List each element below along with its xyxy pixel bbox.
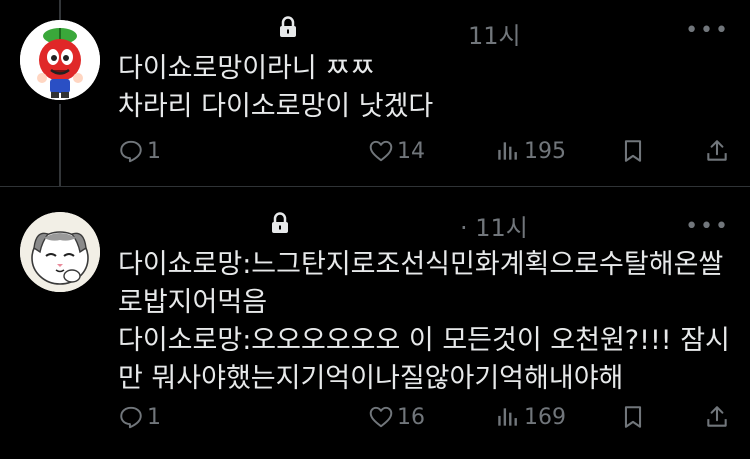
reply-button[interactable]: 1: [118, 138, 161, 164]
post-time: 11시: [468, 22, 521, 50]
reply-icon: [120, 140, 142, 163]
post-actions: 1 16 169: [118, 404, 730, 434]
post-actions: 1 14 195: [118, 138, 730, 168]
share-button[interactable]: [704, 138, 730, 164]
more-icon[interactable]: •••: [685, 18, 730, 43]
lock-icon: [272, 212, 288, 233]
like-button[interactable]: 14: [368, 138, 425, 164]
reply-icon: [120, 406, 142, 429]
share-icon: [707, 140, 727, 161]
views-button[interactable]: 169: [495, 404, 566, 430]
views-icon: [498, 408, 517, 426]
avatar[interactable]: [20, 212, 100, 292]
bookmark-button[interactable]: [620, 404, 646, 430]
lock-icon: [280, 16, 296, 37]
views-button[interactable]: 195: [495, 138, 566, 164]
views-count: 169: [524, 404, 566, 430]
views-icon: [498, 142, 517, 160]
post-text: 다이쇼로망:느그탄지로조선식민화계획으로수탈해온쌀 로밥지어먹음 다이소로망:오…: [118, 249, 730, 394]
cherry-mascot-icon: [20, 20, 100, 100]
post-time: · 11시: [460, 214, 528, 242]
heart-icon: [369, 406, 393, 428]
reply-button[interactable]: 1: [118, 404, 161, 430]
post-text: 다이쇼로망이라니 ㅉㅉ 차라리 다이소로망이 낫겠다: [118, 53, 434, 122]
avatar[interactable]: [20, 20, 100, 100]
share-button[interactable]: [704, 404, 730, 430]
post[interactable]: · 11시 ••• 다이쇼로망:느그탄지로조선식민화계획으로수탈해온쌀 로밥지어…: [0, 196, 750, 459]
like-button[interactable]: 16: [368, 404, 425, 430]
heart-icon: [369, 140, 393, 162]
bookmark-icon: [624, 406, 642, 428]
post[interactable]: 11시 ••• 다이쇼로망이라니 ㅉㅉ 차라리 다이소로망이 낫겠다 1 14 …: [0, 0, 750, 186]
reply-count: 1: [147, 138, 161, 164]
bookmark-icon: [624, 140, 642, 162]
reply-count: 1: [147, 404, 161, 430]
cat-sticker-icon: [20, 212, 100, 292]
bookmark-button[interactable]: [620, 138, 646, 164]
like-count: 14: [397, 138, 425, 164]
share-icon: [707, 406, 727, 427]
views-count: 195: [524, 138, 566, 164]
more-icon[interactable]: •••: [685, 214, 730, 239]
like-count: 16: [397, 404, 425, 430]
post-divider: [0, 186, 750, 187]
